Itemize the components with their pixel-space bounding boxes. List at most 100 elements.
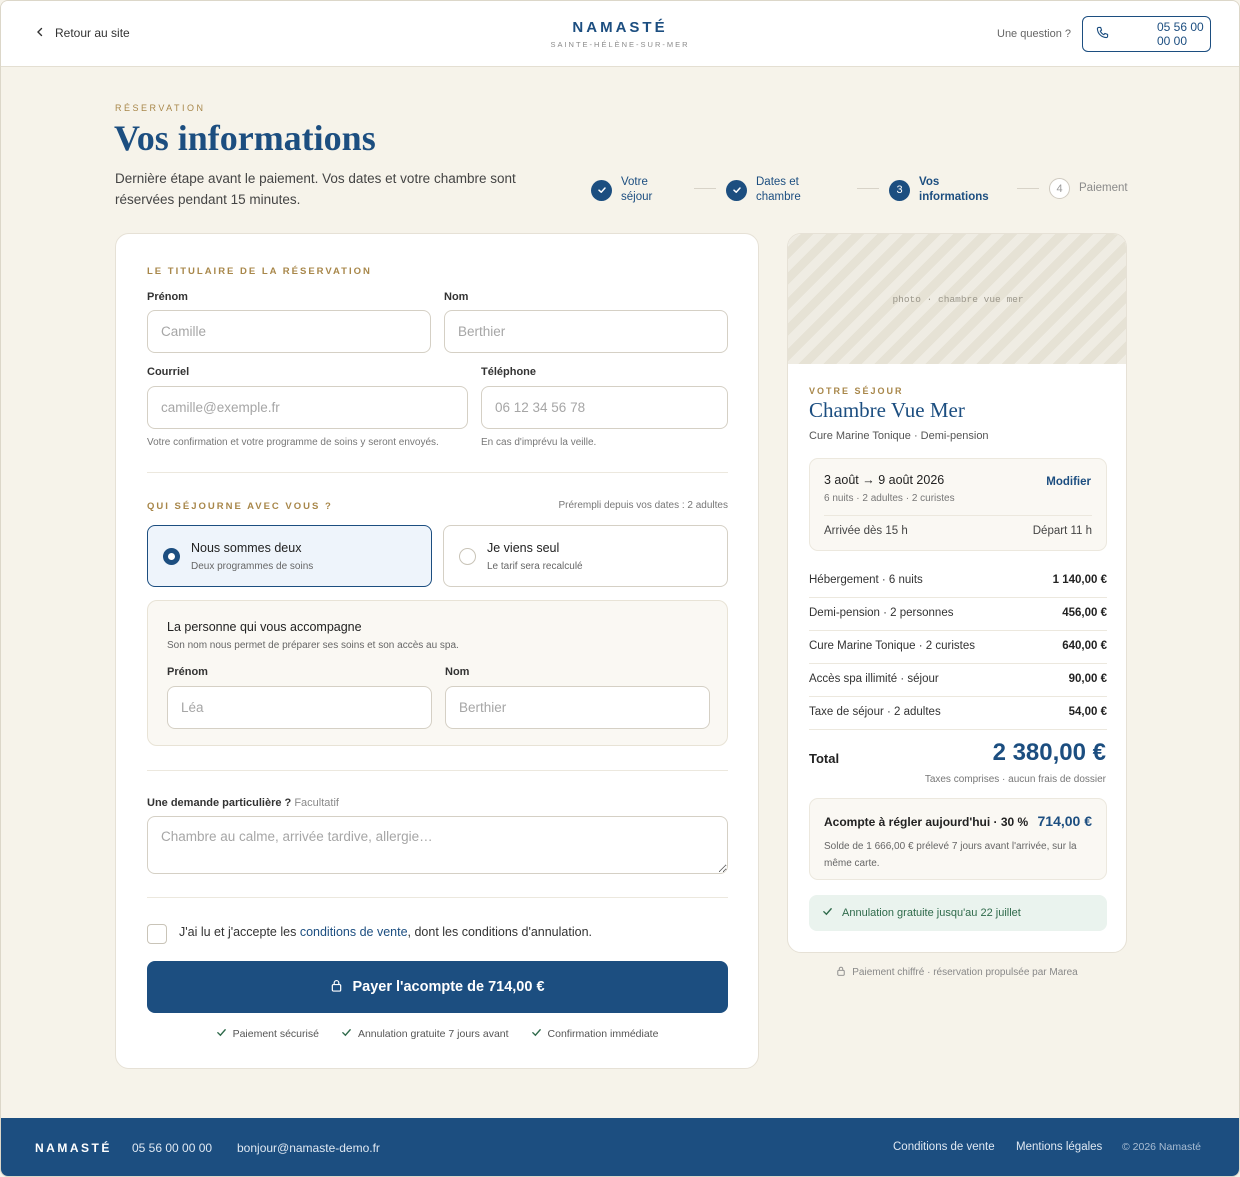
companion-sub: Son nom nous permet de préparer ses soin… [167,640,459,651]
price-line-label: Taxe de séjour · 2 adultes [809,706,941,718]
price-line-value: 640,00 € [1062,640,1107,652]
step-connector [694,188,716,189]
option-sub: Le tarif sera recalculé [487,561,583,572]
room-name: Chambre Vue Mer [809,398,965,422]
footer-email[interactable]: bonjour@namaste-demo.fr [237,1141,380,1155]
step-label: Paiement [1079,182,1128,194]
option-sub: Deux programmes de soins [191,561,314,572]
option-title: Nous sommes deux [191,541,302,555]
option-single-guest[interactable]: Je viens seul Le tarif sera recalculé [443,525,728,587]
section-divider [147,897,728,898]
terms-before: J'ai lu et j'accepte les [179,925,300,939]
check-icon [726,179,747,201]
brand-location: SAINTE-HÉLÈNE-SUR-MER [550,40,690,49]
phone-input[interactable] [481,386,728,429]
email-hint: Votre confirmation et votre programme de… [147,437,439,448]
assurance-item: Annulation gratuite 7 jours avant [341,1027,509,1041]
terms-link[interactable]: conditions de vente [300,925,408,939]
phone-button[interactable]: 05 56 00 00 00 [1082,16,1211,52]
step-number: 4 [1049,178,1070,199]
footer-brand: NAMASTÉ [35,1141,112,1155]
companion-title: La personne qui vous accompagne [167,620,362,634]
deposit-value: 714,00 € [1037,813,1093,829]
check-icon [216,1027,227,1041]
step-number: 3 [889,179,910,201]
step-connector [857,188,879,189]
request-label-text: Une demande particulière ? [147,797,292,809]
assurance-item: Paiement sécurisé [216,1027,319,1041]
companion-panel: La personne qui vous accompagne Son nom … [147,600,728,746]
section-divider [147,472,728,473]
radio-selected-icon [163,548,180,565]
footer-terms-link[interactable]: Conditions de vente [893,1141,995,1153]
site-header: Retour au site NAMASTÉ SAINTE-HÉLÈNE-SUR… [1,1,1239,67]
price-line: Taxe de séjour · 2 adultes 54,00 € [809,697,1107,730]
price-line-value: 1 140,00 € [1052,574,1107,586]
step-sejour[interactable]: Votre séjour [591,175,661,205]
firstname-input[interactable] [147,310,431,353]
price-line-label: Hébergement · 6 nuits [809,574,923,586]
step-label: Votre séjour [621,176,653,203]
deposit-label: Acompte à régler aujourd'hui · 30 % [824,815,1029,829]
price-line: Demi-pension · 2 personnes 456,00 € [809,598,1107,631]
stay-details: 6 nuits · 2 adultes · 2 curistes [824,493,955,504]
dates-divider [824,515,1092,516]
lastname-input[interactable] [444,310,728,353]
departure-time: Départ 11 h [1032,525,1092,537]
companion-firstname-input[interactable] [167,686,432,729]
terms-checkbox[interactable] [147,924,167,944]
companion-lastname-input[interactable] [445,686,710,729]
summary-eyebrow: VOTRE SÉJOUR [809,386,904,396]
guests-section-title: QUI SÉJOURNE AVEC VOUS ? [147,501,333,512]
secure-payment-note: Paiement chiffré · réservation propulsée… [787,966,1127,979]
intro-text: Dernière étape avant le paiement. Vos da… [115,171,516,207]
footer-legal-link[interactable]: Mentions légales [1016,1141,1102,1153]
page-eyebrow: RÉSERVATION [115,103,206,113]
assurance-list: Paiement sécurisé Annulation gratuite 7 … [116,1027,758,1041]
pay-deposit-button[interactable]: Payer l'acompte de 714,00 € [147,961,728,1013]
step-label: Dates et chambre [756,176,801,203]
price-line-label: Accès spa illimité · séjour [809,673,939,685]
special-request-textarea[interactable] [147,816,728,874]
email-label: Courriel [147,366,190,378]
assurance-label: Annulation gratuite 7 jours avant [357,1028,509,1040]
request-label: Une demande particulière ? Facultatif [147,797,339,809]
prefill-note: Prérempli depuis vos dates : 2 adultes [558,500,728,511]
option-title: Je viens seul [487,541,560,555]
firstname-label: Prénom [147,291,188,303]
room-photo-placeholder: photo · chambre vue mer [788,234,1126,364]
secure-note-text: Paiement chiffré · réservation propulsée… [852,967,1078,978]
stay-summary: photo · chambre vue mer VOTRE SÉJOUR Cha… [787,233,1127,953]
assurance-label: Paiement sécurisé [232,1028,319,1040]
total-label: Total [809,751,840,766]
phone-label: Téléphone [481,366,537,378]
section-divider [147,770,728,771]
step-dates[interactable]: Dates et chambre [726,175,816,205]
progress-stepper: Votre séjour Dates et chambre 3 Vos info… [591,175,1131,207]
total-sub: Taxes comprises · aucun frais de dossier [924,774,1106,785]
room-sub: Cure Marine Tonique · Demi-pension [809,430,989,442]
price-line-value: 90,00 € [1068,673,1107,685]
footer-phone[interactable]: 05 56 00 00 00 [132,1141,212,1155]
phone-hint: En cas d'imprévu la veille. [481,437,597,448]
phone-icon [1096,26,1149,42]
footer-copyright: © 2026 Namasté [1122,1141,1201,1153]
arrival-time: Arrivée dès 15 h [824,525,908,537]
step-informations: 3 Vos informations [889,175,999,205]
check-icon [341,1027,352,1041]
modify-link[interactable]: Modifier [1046,476,1091,488]
holder-section-title: LE TITULAIRE DE LA RÉSERVATION [147,266,372,277]
total-value: 2 380,00 € [992,739,1106,766]
price-line-value: 54,00 € [1068,706,1107,718]
terms-text: J'ai lu et j'accepte les conditions de v… [179,925,592,939]
price-line: Accès spa illimité · séjour 90,00 € [809,664,1107,697]
price-line-label: Cure Marine Tonique · 2 curistes [809,640,975,652]
check-icon [531,1027,542,1041]
page-frame: Retour au site NAMASTÉ SAINTE-HÉLÈNE-SUR… [0,0,1240,1177]
phone-number: 05 56 00 00 00 [1157,20,1204,48]
price-line: Cure Marine Tonique · 2 curistes 640,00 … [809,631,1107,664]
lock-icon [836,966,846,979]
option-two-guests[interactable]: Nous sommes deux Deux programmes de soin… [147,525,432,587]
assurance-item: Confirmation immédiate [531,1027,658,1041]
email-input[interactable] [147,386,468,429]
